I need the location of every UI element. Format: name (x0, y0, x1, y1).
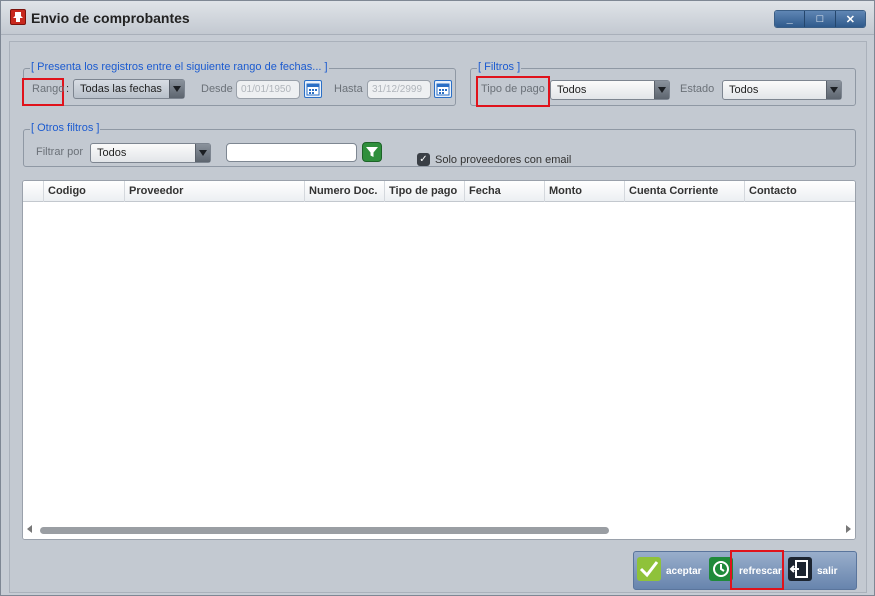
range-select[interactable]: Todas las fechas (73, 79, 185, 99)
window-title: Envio de comprobantes (31, 10, 190, 26)
filter-by-value: Todos (97, 147, 127, 159)
calendar-icon (306, 83, 320, 96)
chevron-down-icon (169, 80, 184, 98)
exit-door-icon (788, 557, 812, 581)
date-range-legend: [ Presenta los registros entre el siguie… (30, 61, 329, 73)
records-table[interactable]: Codigo Proveedor Numero Doc. Tipo de pag… (22, 180, 856, 540)
column-header-contacto[interactable]: Contacto (744, 181, 855, 202)
column-header-monto[interactable]: Monto (544, 181, 624, 202)
range-select-value: Todas las fechas (80, 83, 162, 95)
chevron-down-icon (195, 144, 210, 162)
filter-by-label: Filtrar por (36, 146, 84, 158)
chevron-down-icon (654, 81, 669, 99)
column-header-numero-doc[interactable]: Numero Doc. (304, 181, 384, 202)
range-colon: : (66, 83, 70, 95)
chevron-down-icon (826, 81, 841, 99)
title-bar[interactable]: Envio de comprobantes _ □ ✕ (1, 1, 874, 35)
to-label: Hasta (334, 83, 363, 95)
filter-by-select[interactable]: Todos (90, 143, 211, 163)
payment-type-label: Tipo de pago (481, 83, 545, 95)
checkmark-icon (637, 557, 661, 581)
status-label: Estado (680, 83, 715, 95)
other-filters-legend: [ Otros filtros ] (30, 122, 101, 134)
range-label: Rango (32, 83, 65, 95)
table-header: Codigo Proveedor Numero Doc. Tipo de pag… (23, 181, 855, 202)
accept-button[interactable]: aceptar (634, 552, 706, 589)
to-calendar-button[interactable] (434, 80, 452, 98)
window-controls: _ □ ✕ (774, 10, 866, 28)
scrollbar-thumb[interactable] (40, 527, 609, 534)
scroll-right-icon[interactable] (846, 525, 851, 533)
column-header-cuenta-corriente[interactable]: Cuenta Corriente (624, 181, 744, 202)
calendar-icon (436, 83, 450, 96)
filters-legend: [ Filtros ] (477, 61, 522, 73)
from-label: Desde (201, 83, 233, 95)
maximize-button[interactable]: □ (805, 11, 836, 27)
payment-type-select[interactable]: Todos (550, 80, 670, 100)
column-header-fecha[interactable]: Fecha (464, 181, 544, 202)
status-value: Todos (729, 84, 759, 96)
email-only-label: Solo proveedores con email (435, 154, 572, 166)
status-select[interactable]: Todos (722, 80, 842, 100)
exit-label: salir (817, 566, 838, 577)
accept-label: aceptar (666, 566, 702, 577)
minimize-button[interactable]: _ (775, 11, 806, 27)
filter-apply-button[interactable] (362, 142, 382, 162)
horizontal-scrollbar[interactable] (23, 521, 855, 539)
refresh-highlight (730, 550, 784, 590)
app-icon (10, 9, 26, 25)
main-window: Envio de comprobantes _ □ ✕ [ Presenta l… (0, 0, 875, 596)
scroll-left-icon[interactable] (27, 525, 32, 533)
search-input[interactable] (226, 143, 357, 162)
to-date-field[interactable]: 31/12/2999 (367, 80, 431, 99)
client-area: [ Presenta los registros entre el siguie… (9, 41, 867, 593)
close-button[interactable]: ✕ (835, 11, 865, 27)
funnel-icon (366, 147, 378, 157)
from-date-field[interactable]: 01/01/1950 (236, 80, 300, 99)
column-header-tipo-de-pago[interactable]: Tipo de pago (384, 181, 464, 202)
column-header-codigo[interactable]: Codigo (43, 181, 124, 202)
action-bar: aceptar refrescar salir (633, 550, 857, 590)
exit-button[interactable]: salir (786, 552, 856, 589)
payment-type-value: Todos (557, 84, 587, 96)
column-header-proveedor[interactable]: Proveedor (124, 181, 304, 202)
email-only-checkbox[interactable]: ✓ (417, 153, 430, 166)
from-calendar-button[interactable] (304, 80, 322, 98)
